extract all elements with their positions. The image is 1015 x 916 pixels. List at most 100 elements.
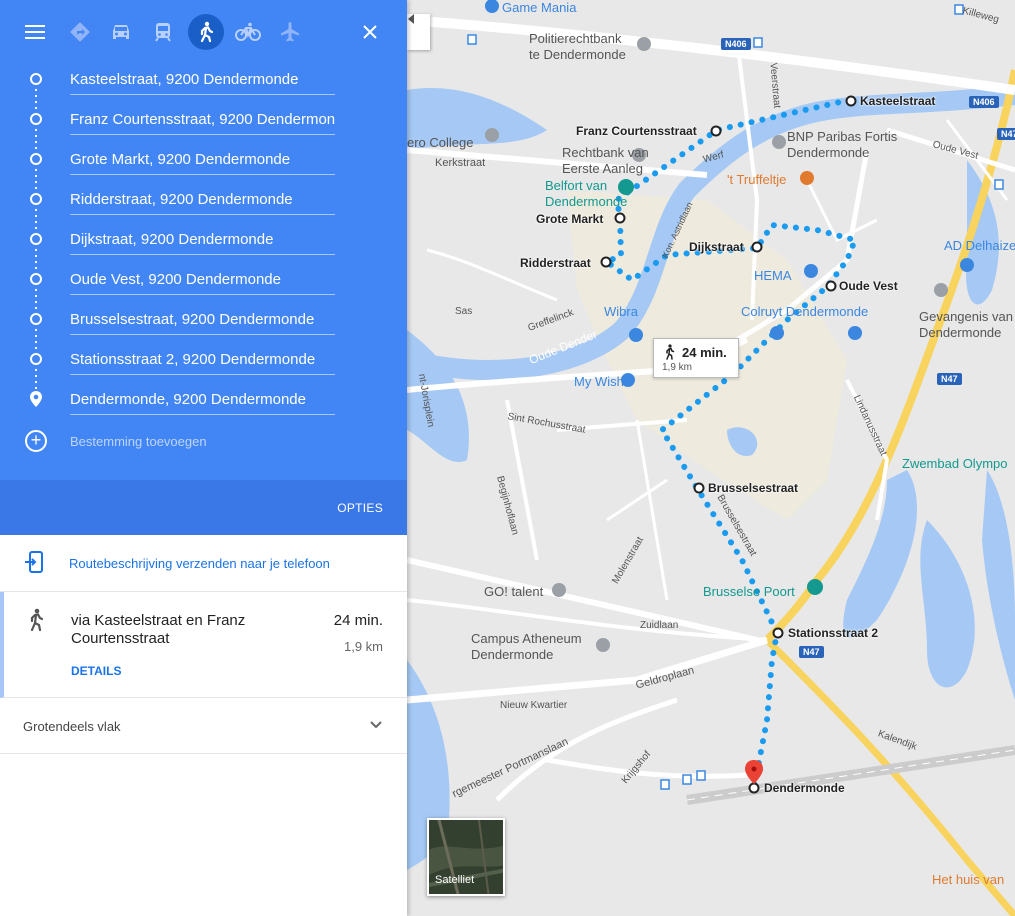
destination-input[interactable]: Dendermonde, 9200 Dendermonde: [70, 388, 335, 415]
road-shield-n47: N47: [937, 373, 962, 385]
poi-campus-atheneum[interactable]: Campus Atheneum: [471, 631, 582, 646]
car-icon: [113, 25, 129, 39]
bubble-duration: 24 min.: [682, 345, 727, 360]
travel-mode-bar: [0, 12, 407, 52]
poi-ad-delhaize[interactable]: AD Delhaize: [944, 238, 1015, 253]
flight-icon: [281, 22, 299, 42]
satellite-label: Satelliet: [435, 874, 475, 886]
waypoint-input[interactable]: Ridderstraat, 9200 Dendermonde: [70, 188, 335, 215]
flight-mode-button[interactable]: [272, 14, 308, 50]
waypoint-row: Dijkstraat, 9200 Dendermonde: [0, 220, 407, 271]
waypoint-marker-icon: [30, 273, 42, 285]
close-directions-button[interactable]: [352, 14, 388, 50]
stop-label-ridderstraat[interactable]: Ridderstraat: [520, 256, 591, 270]
directions-sidebar: Kasteelstraat, 9200 Dendermonde Franz Co…: [0, 0, 407, 916]
route-duration: 24 min.: [333, 612, 383, 629]
waypoint-marker-icon: [30, 233, 42, 245]
collapse-sidebar-button[interactable]: [407, 14, 430, 50]
waypoint-row: Oude Vest, 9200 Dendermonde: [0, 260, 407, 311]
poi-college[interactable]: ero College: [407, 135, 474, 150]
poi-truffeltje[interactable]: 't Truffeltje: [727, 172, 786, 187]
street-nieuw-kwartier: Nieuw Kwartier: [500, 700, 568, 711]
street-kerkstraat: Kerkstraat: [435, 157, 486, 169]
stop-label-kasteelstraat[interactable]: Kasteelstraat: [860, 94, 935, 108]
stop-label-stationsstraat[interactable]: Stationsstraat 2: [788, 626, 878, 640]
poi-belfort-line2: Dendermonde: [545, 194, 628, 209]
street-zuidlaan: Zuidlaan: [640, 620, 679, 631]
add-destination-row[interactable]: + Bestemming toevoegen: [0, 420, 407, 462]
poi-wibra[interactable]: Wibra: [604, 304, 638, 319]
stop-label-franz-courtensstraat[interactable]: Franz Courtensstraat: [576, 124, 697, 138]
waypoint-input[interactable]: Stationsstraat 2, 9200 Dendermonde: [70, 348, 335, 375]
poi-colruyt[interactable]: Colruyt Dendermonde: [741, 304, 868, 319]
waypoint-input[interactable]: Brusselsestraat, 9200 Dendermonde: [70, 308, 335, 335]
stop-label-brusselsestraat[interactable]: Brusselsestraat: [708, 481, 798, 495]
close-icon: [363, 25, 377, 39]
poi-belfort[interactable]: Belfort van: [545, 178, 607, 193]
stop-label-oude-vest[interactable]: Oude Vest: [839, 279, 898, 293]
route-option-card[interactable]: via Kasteelstraat en Franz Courtensstraa…: [0, 592, 407, 698]
waypoint-marker-icon: [30, 193, 42, 205]
app-root: Kasteelstraat, 9200 Dendermonde Franz Co…: [0, 0, 1015, 916]
waypoint-row: Dendermonde, 9200 Dendermonde: [0, 380, 407, 420]
plus-circle-icon: +: [25, 430, 47, 452]
transit-mode-button[interactable]: [145, 14, 181, 50]
poi-politierechtbank-line2: te Dendermonde: [529, 47, 626, 62]
poi-goi-talent[interactable]: GO! talent: [484, 584, 543, 599]
menu-icon: [25, 25, 45, 39]
send-to-phone-icon: [25, 551, 43, 573]
waypoint-list: Kasteelstraat, 9200 Dendermonde Franz Co…: [0, 60, 407, 462]
bike-mode-button[interactable]: [230, 14, 266, 50]
waypoint-input[interactable]: Grote Markt, 9200 Dendermonde: [70, 148, 335, 175]
waypoint-input[interactable]: Oude Vest, 9200 Dendermonde: [70, 268, 335, 295]
walk-icon: [666, 344, 675, 360]
destination-pin-icon: [30, 391, 42, 407]
poi-zwembad[interactable]: Zwembad Olympo: [902, 456, 1007, 471]
poi-my-wish[interactable]: My Wish: [574, 374, 624, 389]
satellite-toggle-button[interactable]: Satelliet: [427, 818, 505, 896]
stop-label-dendermonde[interactable]: Dendermonde: [764, 781, 845, 795]
poi-bnp-paribas[interactable]: BNP Paribas Fortis: [787, 129, 897, 144]
send-to-phone-link[interactable]: Routebeschrijving verzenden naar je tele…: [69, 556, 330, 571]
road-shield-n47: N47: [799, 646, 824, 658]
road-shield-n406: N406: [721, 38, 751, 50]
route-time-bubble[interactable]: 24 min. 1,9 km: [653, 338, 739, 378]
stop-label-dijkstraat[interactable]: Dijkstraat: [689, 240, 744, 254]
poi-politierechtbank[interactable]: Politierechtbank: [529, 31, 622, 46]
waypoint-marker-icon: [30, 353, 42, 365]
poi-rechtbank[interactable]: Rechtbank van: [562, 145, 649, 160]
stop-label-grote-markt[interactable]: Grote Markt: [536, 212, 603, 226]
directions-header-panel: Kasteelstraat, 9200 Dendermonde Franz Co…: [0, 0, 407, 535]
terrain-info-row[interactable]: Grotendeels vlak: [0, 698, 407, 754]
waypoint-marker-icon: [30, 113, 42, 125]
options-bar: OPTIES: [0, 480, 407, 535]
send-to-phone-row[interactable]: Routebeschrijving verzenden naar je tele…: [0, 535, 407, 592]
waypoint-marker-icon: [30, 313, 42, 325]
poi-hema[interactable]: HEMA: [754, 268, 792, 283]
map-canvas[interactable]: N406 N406 N47 N47 N47 Game Mania Politie…: [407, 0, 1015, 916]
waypoint-input[interactable]: Kasteelstraat, 9200 Dendermonde: [70, 68, 335, 95]
waypoint-marker-icon: [30, 73, 42, 85]
poi-game-mania[interactable]: Game Mania: [502, 0, 576, 15]
poi-bnp-paribas-line2: Dendermonde: [787, 145, 870, 160]
chevron-down-icon: [370, 721, 382, 729]
bike-icon: [235, 22, 261, 41]
poi-gevangenis[interactable]: Gevangenis van: [919, 309, 1013, 324]
options-button[interactable]: OPTIES: [337, 501, 383, 515]
road-shield-n47: N47: [997, 128, 1015, 140]
destination-pin-center: [751, 766, 757, 772]
poi-brusselse-poort[interactable]: Brusselse Poort: [703, 584, 795, 599]
menu-button[interactable]: [17, 14, 53, 50]
waypoint-row: Brusselsestraat, 9200 Dendermonde: [0, 300, 407, 351]
poi-het-huis-van[interactable]: Het huis van: [932, 872, 1004, 887]
route-via-text: via Kasteelstraat en Franz Courtensstraa…: [71, 612, 246, 647]
best-route-button[interactable]: [62, 14, 98, 50]
waypoint-input[interactable]: Dijkstraat, 9200 Dendermonde: [70, 228, 335, 255]
route-distance: 1,9 km: [343, 639, 383, 654]
car-mode-button[interactable]: [103, 14, 139, 50]
route-details-button[interactable]: DETAILS: [71, 664, 121, 678]
waypoint-row: Kasteelstraat, 9200 Dendermonde: [0, 60, 407, 111]
walking-mode-button[interactable]: [188, 14, 224, 50]
waypoint-input[interactable]: Franz Courtensstraat, 9200 Dendermonde: [70, 108, 335, 135]
waypoint-row: Ridderstraat, 9200 Dendermonde: [0, 180, 407, 231]
